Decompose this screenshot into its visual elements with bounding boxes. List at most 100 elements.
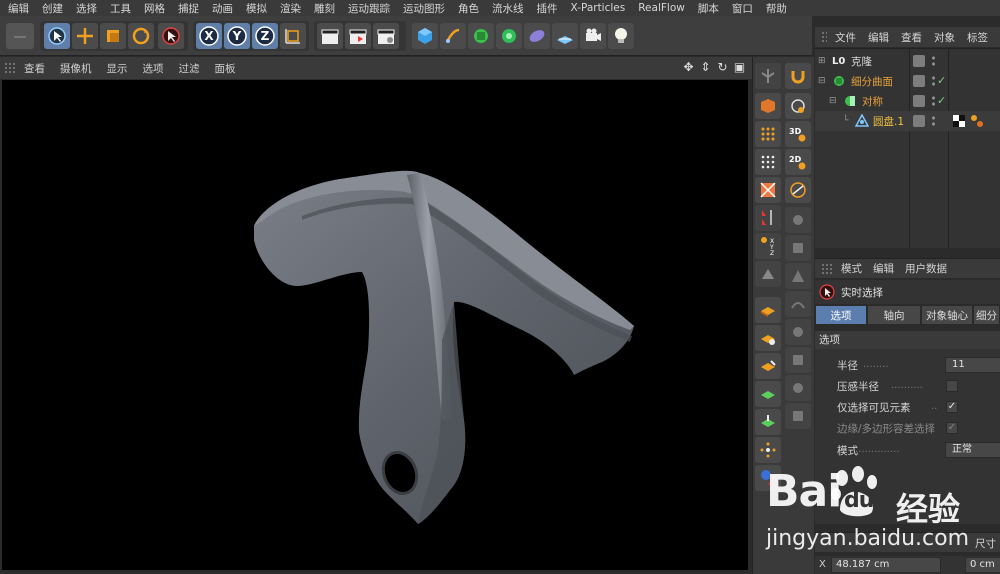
object-menu-tags[interactable]: 标签 bbox=[967, 30, 988, 45]
section-header-options[interactable]: 选项 bbox=[815, 331, 1000, 349]
tree-expand-icon[interactable]: ⊞ bbox=[818, 56, 826, 66]
menu-select[interactable]: 选择 bbox=[76, 1, 97, 16]
attr-menu-mode[interactable]: 模式 bbox=[841, 261, 862, 276]
workplane-y-button[interactable] bbox=[755, 409, 781, 435]
snap-2d-button[interactable]: 2D bbox=[785, 149, 811, 175]
visible-only-checkbox[interactable]: ✓ bbox=[946, 401, 958, 413]
tweak-mode-button[interactable] bbox=[755, 261, 781, 287]
convert-object-button[interactable] bbox=[755, 63, 781, 89]
cloner-button[interactable] bbox=[496, 23, 522, 49]
light-button[interactable] bbox=[608, 23, 634, 49]
tree-collapse-icon[interactable]: ⊟ bbox=[829, 96, 837, 106]
x-axis-button[interactable]: X bbox=[196, 23, 222, 49]
layer-tag-icon[interactable] bbox=[913, 55, 925, 67]
menu-window[interactable]: 窗口 bbox=[732, 1, 753, 16]
enabled-check-icon[interactable]: ✓ bbox=[937, 94, 946, 107]
rotate-button[interactable] bbox=[128, 23, 154, 49]
object-panel-grip-icon[interactable] bbox=[821, 31, 827, 43]
attribute-panel-grip-icon[interactable] bbox=[821, 262, 833, 275]
menu-create[interactable]: 创建 bbox=[42, 1, 63, 16]
quantize-button[interactable] bbox=[755, 437, 781, 463]
dolly-icon[interactable]: ⇕ bbox=[699, 60, 712, 74]
enabled-check-icon[interactable]: ✓ bbox=[937, 74, 946, 87]
visibility-dots-icon[interactable] bbox=[931, 115, 936, 127]
snap-option-8[interactable] bbox=[785, 403, 811, 429]
pen-spline-button[interactable] bbox=[440, 23, 466, 49]
pan-icon[interactable]: ✥ bbox=[682, 60, 695, 74]
snap-3d-button[interactable]: 3D bbox=[785, 121, 811, 147]
radius-input[interactable]: 11 bbox=[945, 357, 1000, 373]
tab-object-axis[interactable]: 对象轴心 bbox=[921, 305, 973, 325]
menu-snap[interactable]: 捕捉 bbox=[178, 1, 199, 16]
viewport-menu-filter[interactable]: 过滤 bbox=[179, 61, 200, 76]
layer-tag-icon[interactable] bbox=[913, 95, 925, 107]
menu-mograph[interactable]: 运动图形 bbox=[403, 1, 445, 16]
viewport-menu-camera[interactable]: 摄像机 bbox=[60, 61, 92, 76]
snap-option-2[interactable] bbox=[785, 235, 811, 261]
checker-material-icon[interactable] bbox=[953, 115, 965, 127]
align-workplane-button[interactable] bbox=[755, 353, 781, 379]
floor-button[interactable] bbox=[552, 23, 578, 49]
workplane-x-button[interactable] bbox=[755, 381, 781, 407]
attr-menu-edit[interactable]: 编辑 bbox=[873, 261, 894, 276]
snap-option-4[interactable] bbox=[785, 291, 811, 317]
points-mode-button[interactable] bbox=[755, 121, 781, 147]
menu-motion-tracking[interactable]: 运动跟踪 bbox=[348, 1, 390, 16]
axis-mode-button[interactable]: XYZ bbox=[755, 233, 781, 259]
visibility-dots-icon[interactable] bbox=[931, 75, 936, 87]
render-settings-button[interactable] bbox=[373, 23, 399, 49]
last-tool-button[interactable] bbox=[158, 23, 184, 49]
snap-option-6[interactable] bbox=[785, 347, 811, 373]
viewport-menu-options[interactable]: 选项 bbox=[143, 61, 164, 76]
maximize-view-icon[interactable]: ▣ bbox=[733, 60, 746, 74]
mode-dropdown[interactable]: 正常 bbox=[945, 442, 1000, 458]
object-menu-file[interactable]: 文件 bbox=[835, 30, 856, 45]
locked-workplane-button[interactable] bbox=[755, 325, 781, 351]
move-button[interactable] bbox=[72, 23, 98, 49]
tab-subdivision[interactable]: 细分 bbox=[973, 305, 1000, 325]
object-row-symmetry[interactable]: ⊟ 对称 ✓ bbox=[815, 91, 1000, 111]
model-mode-button[interactable] bbox=[755, 93, 781, 119]
scale-button[interactable] bbox=[100, 23, 126, 49]
menu-sculpt[interactable]: 雕刻 bbox=[314, 1, 335, 16]
pressure-radius-checkbox[interactable] bbox=[946, 380, 958, 392]
menu-plugins[interactable]: 插件 bbox=[537, 1, 558, 16]
snap-settings-button[interactable] bbox=[785, 93, 811, 119]
y-axis-button[interactable]: Y bbox=[224, 23, 250, 49]
camera-button[interactable] bbox=[580, 23, 606, 49]
menu-help[interactable]: 帮助 bbox=[766, 1, 787, 16]
object-row-cloner[interactable]: ⊞ L0 克隆 bbox=[815, 51, 1000, 71]
menu-mesh[interactable]: 网格 bbox=[144, 1, 165, 16]
panel-grip-icon[interactable] bbox=[4, 62, 16, 74]
z-axis-button[interactable]: Z bbox=[252, 23, 278, 49]
menu-x-particles[interactable]: X-Particles bbox=[571, 2, 626, 14]
visibility-dots-icon[interactable] bbox=[931, 55, 936, 67]
object-menu-objects[interactable]: 对象 bbox=[934, 30, 955, 45]
viewport-menu-display[interactable]: 显示 bbox=[107, 61, 128, 76]
cube-button[interactable] bbox=[412, 23, 438, 49]
menu-edit[interactable]: 编辑 bbox=[8, 1, 29, 16]
object-menu-edit[interactable]: 编辑 bbox=[868, 30, 889, 45]
3d-viewport[interactable] bbox=[2, 80, 748, 570]
render-view-button[interactable] bbox=[317, 23, 343, 49]
orbit-icon[interactable]: ↻ bbox=[716, 60, 729, 74]
menu-animate[interactable]: 动画 bbox=[212, 1, 233, 16]
tree-collapse-icon[interactable]: ⊟ bbox=[818, 76, 826, 86]
undo-button[interactable] bbox=[6, 23, 34, 49]
enable-axis-button[interactable] bbox=[755, 297, 781, 323]
menu-simulate[interactable]: 模拟 bbox=[246, 1, 267, 16]
snap-option-3[interactable] bbox=[785, 263, 811, 289]
menu-render[interactable]: 渲染 bbox=[280, 1, 301, 16]
subdivision-button[interactable] bbox=[468, 23, 494, 49]
workplane-button[interactable] bbox=[785, 177, 811, 203]
snap-option-1[interactable] bbox=[785, 207, 811, 233]
phong-tag-icon[interactable] bbox=[970, 114, 984, 128]
deformer-button[interactable] bbox=[524, 23, 550, 49]
render-to-picture-viewer-button[interactable] bbox=[345, 23, 371, 49]
tab-axis[interactable]: 轴向 bbox=[867, 305, 921, 325]
menu-realflow[interactable]: RealFlow bbox=[638, 2, 685, 14]
tab-options[interactable]: 选项 bbox=[815, 305, 867, 325]
menu-tools[interactable]: 工具 bbox=[110, 1, 131, 16]
polygons-mode-button[interactable] bbox=[755, 177, 781, 203]
attr-menu-user-data[interactable]: 用户数据 bbox=[905, 261, 947, 276]
